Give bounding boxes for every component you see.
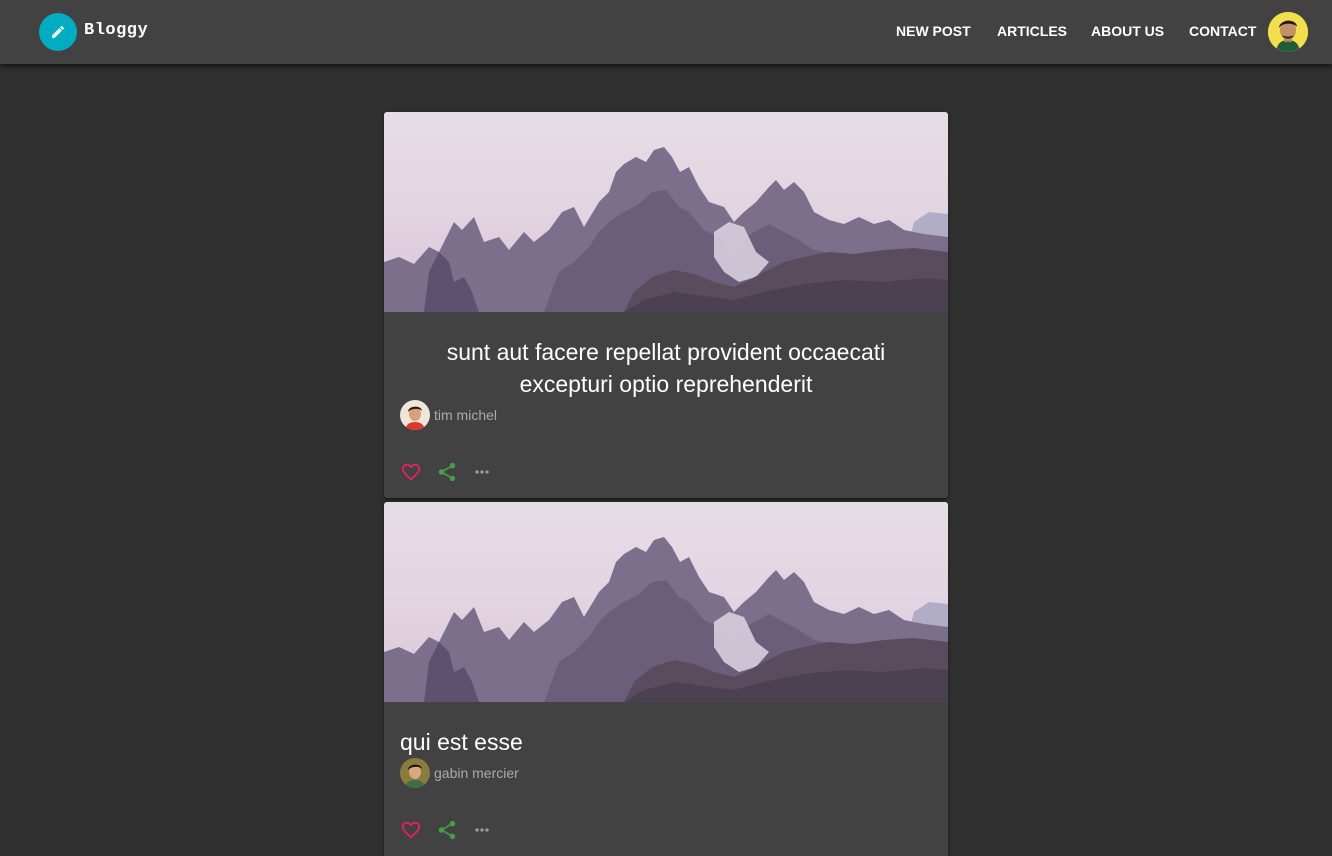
share-button[interactable] bbox=[436, 460, 472, 484]
share-icon bbox=[438, 820, 456, 840]
post-image bbox=[384, 112, 948, 312]
more-horizontal-icon bbox=[475, 828, 489, 832]
nav-articles[interactable]: ARTICLES bbox=[997, 23, 1067, 39]
post-actions bbox=[400, 460, 508, 484]
like-button[interactable] bbox=[400, 460, 436, 484]
nav-contact[interactable]: CONTACT bbox=[1189, 23, 1256, 39]
post-author: tim michel bbox=[400, 400, 497, 430]
more-horizontal-icon bbox=[475, 470, 489, 474]
share-button[interactable] bbox=[436, 818, 472, 842]
author-avatar bbox=[400, 400, 430, 430]
post-title-line: qui est esse bbox=[400, 729, 523, 755]
post-image bbox=[384, 502, 948, 702]
post-author: gabin mercier bbox=[400, 758, 519, 788]
author-name[interactable]: tim michel bbox=[434, 407, 497, 423]
pencil-icon bbox=[52, 25, 65, 38]
brand-name[interactable]: Bloggy bbox=[84, 21, 148, 40]
author-avatar bbox=[400, 758, 430, 788]
logo[interactable] bbox=[39, 13, 77, 51]
app-bar: Bloggy NEW POST ARTICLES ABOUT US CONTAC… bbox=[0, 0, 1332, 64]
more-button[interactable] bbox=[472, 460, 508, 484]
author-name[interactable]: gabin mercier bbox=[434, 765, 519, 781]
more-button[interactable] bbox=[472, 818, 508, 842]
nav-about-us[interactable]: ABOUT US bbox=[1091, 23, 1164, 39]
heart-outline-icon bbox=[401, 463, 421, 481]
post-card[interactable]: qui est esse gabin mercier bbox=[384, 502, 948, 856]
nav-new-post[interactable]: NEW POST bbox=[896, 23, 971, 39]
share-icon bbox=[438, 462, 456, 482]
post-card[interactable]: sunt aut facere repellat provident occae… bbox=[384, 112, 948, 498]
post-actions bbox=[400, 818, 508, 842]
post-title[interactable]: sunt aut facere repellat provident occae… bbox=[384, 336, 948, 400]
like-button[interactable] bbox=[400, 818, 436, 842]
user-avatar-image bbox=[1268, 12, 1308, 52]
post-title[interactable]: qui est esse bbox=[400, 726, 523, 758]
post-title-line: sunt aut facere repellat provident occae… bbox=[446, 339, 886, 365]
heart-outline-icon bbox=[401, 821, 421, 839]
user-avatar[interactable] bbox=[1268, 12, 1308, 52]
post-title-line: excepturi optio reprehenderit bbox=[519, 371, 813, 397]
